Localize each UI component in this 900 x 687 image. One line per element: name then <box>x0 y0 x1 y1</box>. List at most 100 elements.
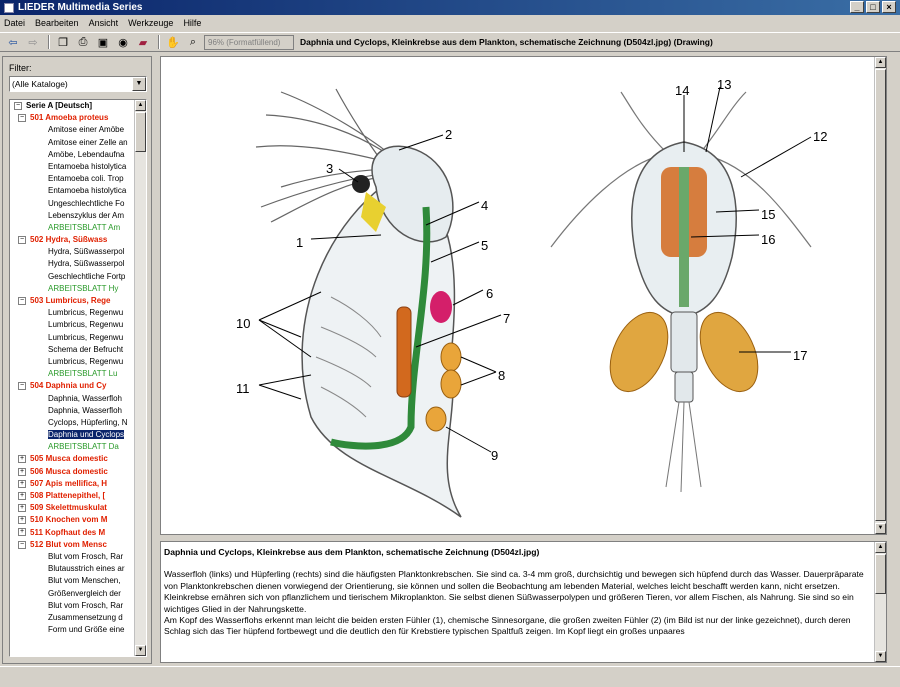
catalog-panel: Filter: (Alle Kataloge) ▼ − Serie A [Deut… <box>2 56 152 664</box>
tree-item-label: Daphnia, Wasserfloh <box>48 405 122 415</box>
tree-leaf-item[interactable]: ARBEITSBLATT Da <box>10 441 136 453</box>
tree-group-item[interactable]: +511 Kopfhaut des M <box>10 527 136 539</box>
description-panel[interactable]: Daphnia und Cyclops, Kleinkrebse aus dem… <box>160 541 887 663</box>
tree-leaf-item[interactable]: Lumbricus, Regenwu <box>10 319 136 331</box>
menu-bearbeiten[interactable]: Bearbeiten <box>35 18 79 28</box>
tree-leaf-item[interactable]: Blut vom Frosch, Rar <box>10 551 136 563</box>
tree-leaf-item[interactable]: Entamoeba histolytica <box>10 161 136 173</box>
scroll-down-icon[interactable]: ▼ <box>875 523 886 534</box>
tree-leaf-item[interactable]: Entamoeba coli. Trop <box>10 173 136 185</box>
tree-group-item[interactable]: −501 Amoeba proteus <box>10 112 136 124</box>
tree-group-item[interactable]: +510 Knochen vom M <box>10 514 136 526</box>
magnifier-icon[interactable]: ⌕ <box>184 34 202 50</box>
toolbar: ⇦ ⇨ ❐ ⎙ ▣ ◉ ▰ ✋ ⌕ 96% (Formatfüllend) Da… <box>0 32 900 52</box>
scroll-down-icon[interactable]: ▼ <box>135 645 146 656</box>
tree-item-label: ARBEITSBLATT Lu <box>48 369 118 379</box>
fullscreen-icon[interactable]: ▣ <box>94 34 112 50</box>
menu-hilfe[interactable]: Hilfe <box>183 18 201 28</box>
tree-leaf-item[interactable]: Lumbricus, Regenwu <box>10 332 136 344</box>
menu-ansicht[interactable]: Ansicht <box>89 18 119 28</box>
expand-icon[interactable]: + <box>18 479 26 488</box>
scroll-thumb[interactable] <box>875 554 886 594</box>
zoom-field[interactable]: 96% (Formatfüllend) <box>204 34 294 50</box>
tree-leaf-item[interactable]: Amöbe, Lebendaufna <box>10 149 136 161</box>
tree-item-label: 509 Skelettmuskulat <box>30 503 107 513</box>
tree-item-label: Lumbricus, Regenwu <box>48 332 124 342</box>
drawing-label: 6 <box>486 286 494 301</box>
tree-leaf-item[interactable]: Daphnia, Wasserfloh <box>10 405 136 417</box>
binoculars-icon[interactable]: ◉ <box>114 34 132 50</box>
collapse-icon[interactable]: − <box>18 382 26 391</box>
expand-icon[interactable]: + <box>18 504 26 513</box>
tree-leaf-item[interactable]: ARBEITSBLATT Hy <box>10 283 136 295</box>
tree-group-item[interactable]: +508 Plattenepithel, [ <box>10 490 136 502</box>
close-button[interactable]: × <box>882 1 896 13</box>
scroll-up-icon[interactable]: ▲ <box>875 542 886 553</box>
chevron-down-icon[interactable]: ▼ <box>132 77 146 91</box>
tree-group-item[interactable]: +505 Musca domestic <box>10 453 136 465</box>
forward-icon[interactable]: ⇨ <box>24 34 42 50</box>
expand-icon[interactable]: + <box>18 528 26 537</box>
description-scrollbar[interactable]: ▲ ▼ <box>874 542 886 662</box>
tree-leaf-item[interactable]: Blut vom Frosch, Rar <box>10 600 136 612</box>
tree-leaf-item[interactable]: ARBEITSBLATT Lu <box>10 368 136 380</box>
expand-icon[interactable]: + <box>18 467 26 476</box>
scroll-up-icon[interactable]: ▲ <box>875 57 886 68</box>
image-viewer[interactable]: 1 2 3 4 5 6 7 8 9 10 11 12 13 14 15 16 17 ▲ ▼ <box>160 56 887 535</box>
tree-leaf-item[interactable]: Geschlechtliche Fortp <box>10 271 136 283</box>
tree-group-item[interactable]: −504 Daphnia und Cy <box>10 380 136 392</box>
tree-group-item[interactable]: +509 Skelettmuskulat <box>10 502 136 514</box>
scroll-up-icon[interactable]: ▲ <box>135 100 146 111</box>
tree-item-label: 512 Blut vom Mensc <box>30 539 107 549</box>
tree-leaf-item[interactable]: Ungeschlechtliche Fo <box>10 198 136 210</box>
collapse-icon[interactable]: − <box>14 101 22 110</box>
tree-scrollbar[interactable]: ▲ ▼ <box>134 100 146 656</box>
tree-root-item[interactable]: − Serie A [Deutsch] <box>10 100 136 112</box>
catalog-tree[interactable]: − Serie A [Deutsch] −501 Amoeba proteus Ami… <box>9 99 147 657</box>
tree-group-item[interactable]: −512 Blut vom Mensc <box>10 539 136 551</box>
tree-leaf-item[interactable]: Entamoeba histolytica <box>10 185 136 197</box>
tree-group-item[interactable]: +507 Apis mellifica, H <box>10 478 136 490</box>
expand-icon[interactable]: + <box>18 491 26 500</box>
tree-leaf-item[interactable]: Form und Größe eine <box>10 624 136 636</box>
tree-group-item[interactable]: +506 Musca domestic <box>10 466 136 478</box>
collapse-icon[interactable]: − <box>18 114 26 123</box>
tree-leaf-item[interactable]: Daphnia, Wasserfloh <box>10 393 136 405</box>
collapse-icon[interactable]: − <box>18 540 26 549</box>
tree-leaf-item[interactable]: ARBEITSBLATT Am <box>10 222 136 234</box>
scroll-down-icon[interactable]: ▼ <box>875 651 886 662</box>
collapse-icon[interactable]: − <box>18 235 26 244</box>
maximize-button[interactable]: □ <box>866 1 880 13</box>
scroll-thumb[interactable] <box>135 112 146 152</box>
menu-werkzeuge[interactable]: Werkzeuge <box>128 18 173 28</box>
tree-leaf-item[interactable]: Amitose einer Zelle an <box>10 137 136 149</box>
tree-leaf-item[interactable]: Schema der Befrucht <box>10 344 136 356</box>
image-scrollbar[interactable]: ▲ ▼ <box>874 57 886 534</box>
tree-leaf-item[interactable]: Blutausstrich eines ar <box>10 563 136 575</box>
filter-select[interactable]: (Alle Kataloge) ▼ <box>9 76 147 92</box>
print-icon[interactable]: ⎙ <box>74 34 92 50</box>
tree-leaf-item[interactable]: Cyclops, Hüpferling, N <box>10 417 136 429</box>
tree-leaf-item[interactable]: Lebenszyklus der Am <box>10 210 136 222</box>
collapse-icon[interactable]: − <box>18 296 26 305</box>
book-icon[interactable]: ▰ <box>134 34 152 50</box>
expand-icon[interactable]: + <box>18 516 26 525</box>
scroll-thumb[interactable] <box>875 69 886 521</box>
tree-leaf-item[interactable]: Lumbricus, Regenwu <box>10 356 136 368</box>
hand-icon[interactable]: ✋ <box>164 34 182 50</box>
expand-icon[interactable]: + <box>18 455 26 464</box>
menu-datei[interactable]: Datei <box>4 18 25 28</box>
tree-leaf-item[interactable]: Hydra, Süßwasserpol <box>10 258 136 270</box>
tree-group-item[interactable]: −503 Lumbricus, Rege <box>10 295 136 307</box>
tree-leaf-item[interactable]: Hydra, Süßwasserpol <box>10 246 136 258</box>
minimize-button[interactable]: _ <box>850 1 864 13</box>
tree-leaf-item[interactable]: Zusammensetzung d <box>10 612 136 624</box>
tree-leaf-item[interactable]: Blut vom Menschen, <box>10 575 136 587</box>
back-icon[interactable]: ⇦ <box>4 34 22 50</box>
tree-leaf-item[interactable]: Lumbricus, Regenwu <box>10 307 136 319</box>
tree-group-item[interactable]: −502 Hydra, Süßwass <box>10 234 136 246</box>
tree-leaf-item[interactable]: Amitose einer Amöbe <box>10 124 136 136</box>
tree-leaf-item[interactable]: Größenvergleich der <box>10 588 136 600</box>
copy-icon[interactable]: ❐ <box>54 34 72 50</box>
tree-leaf-item[interactable]: Daphnia und Cyclops <box>10 429 136 441</box>
